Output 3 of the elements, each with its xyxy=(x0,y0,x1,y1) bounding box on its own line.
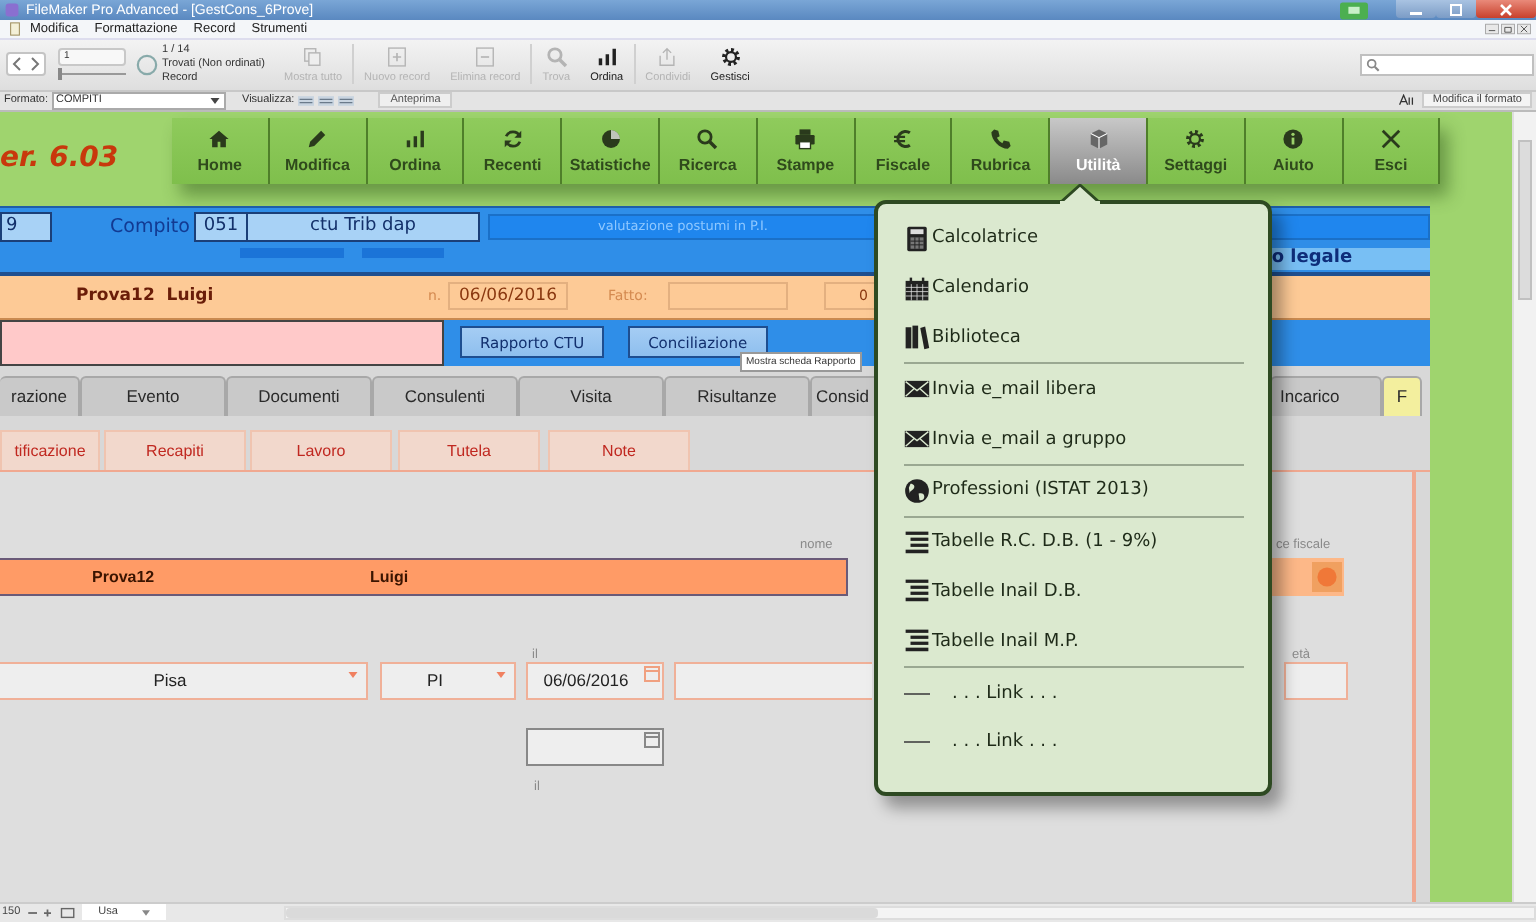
task-label: Compito xyxy=(110,216,192,239)
version-label: er. 6.03 xyxy=(0,141,121,174)
person-name: Prova12 Luigi xyxy=(76,286,216,307)
